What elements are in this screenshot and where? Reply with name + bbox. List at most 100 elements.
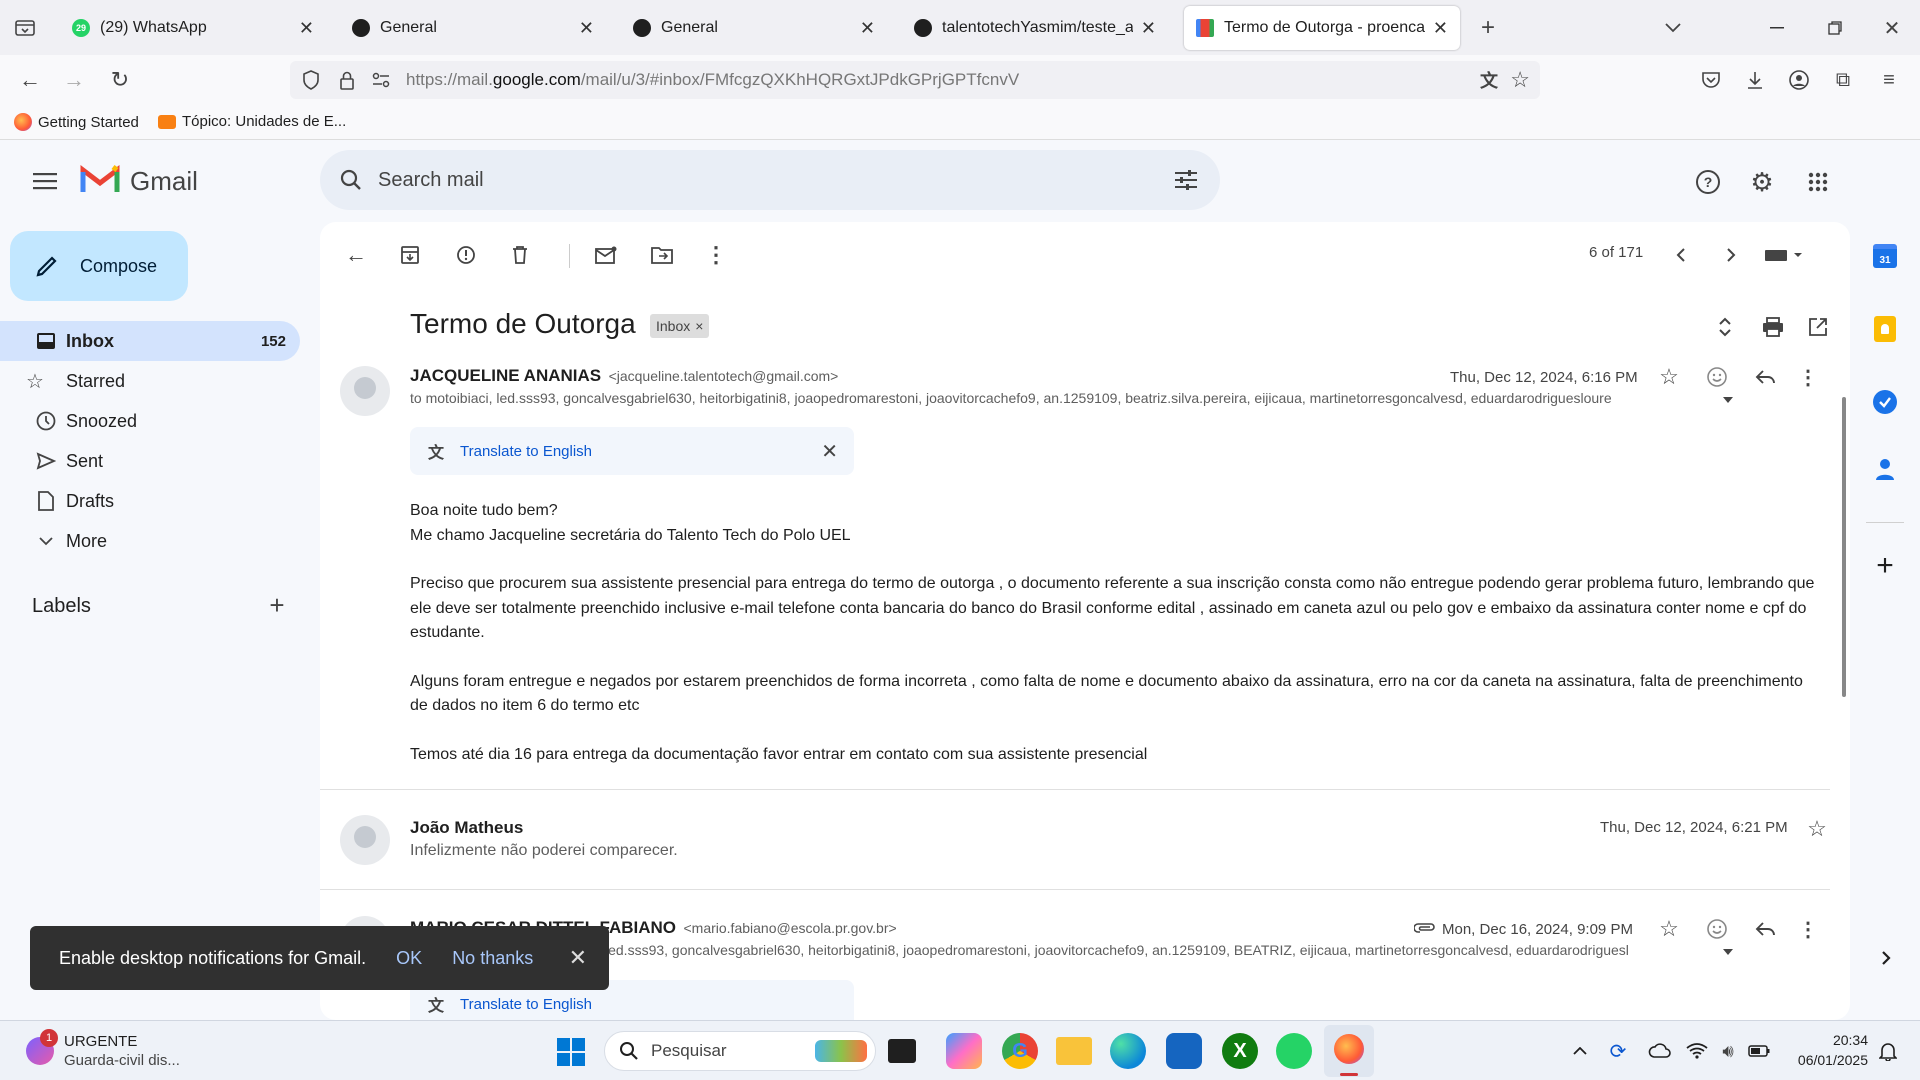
- tab-gmail-active[interactable]: Termo de Outorga - proencaoz ✕: [1184, 6, 1460, 50]
- open-in-new-window-icon[interactable]: [1804, 314, 1832, 340]
- xbox-icon[interactable]: X: [1222, 1033, 1258, 1069]
- copilot-icon[interactable]: [946, 1033, 982, 1069]
- move-to-folder-icon[interactable]: [648, 242, 676, 268]
- scrollbar-thumb[interactable]: [1842, 397, 1846, 697]
- windows-start-icon[interactable]: [556, 1037, 586, 1067]
- close-tab-icon[interactable]: ✕: [1141, 18, 1156, 39]
- new-tab-icon[interactable]: +: [1474, 14, 1502, 42]
- calendar-icon[interactable]: 31: [1873, 244, 1897, 268]
- archive-icon[interactable]: [396, 242, 424, 268]
- snackbar-close-icon[interactable]: ✕: [569, 945, 587, 971]
- tab-github-general-1[interactable]: General ✕: [340, 6, 606, 50]
- newer-chevron-left-icon[interactable]: [1668, 242, 1694, 268]
- close-tab-icon[interactable]: ✕: [860, 18, 875, 39]
- star-message-icon[interactable]: ☆: [1656, 916, 1682, 942]
- star-message-icon[interactable]: ☆: [1804, 816, 1830, 842]
- close-translate-icon[interactable]: ✕: [821, 439, 838, 464]
- sidebar-item-more[interactable]: More: [0, 521, 300, 561]
- close-tab-icon[interactable]: ✕: [299, 18, 314, 39]
- edge-icon[interactable]: [1110, 1033, 1146, 1069]
- translate-to-english-link[interactable]: Translate to English: [460, 996, 592, 1013]
- show-hidden-icons-chevron-icon[interactable]: [1570, 1041, 1590, 1061]
- account-icon[interactable]: [1785, 67, 1813, 93]
- search-options-icon[interactable]: [1174, 169, 1198, 191]
- add-reaction-icon[interactable]: [1704, 364, 1730, 390]
- older-chevron-right-icon[interactable]: [1718, 242, 1744, 268]
- message-3-recipients[interactable]: led.sss93, goncalvesgabriel630, heitorbi…: [605, 942, 1725, 958]
- browser-menu-icon[interactable]: ≡: [1875, 67, 1903, 93]
- google-apps-icon[interactable]: [1802, 166, 1834, 198]
- reply-icon[interactable]: [1752, 916, 1778, 942]
- sidebar-item-inbox[interactable]: Inbox 152: [0, 321, 300, 361]
- bookmark-topico[interactable]: Tópico: Unidades de E...: [158, 113, 346, 130]
- tab-github-general-2[interactable]: General ✕: [621, 6, 887, 50]
- inbox-label-chip[interactable]: Inbox ×: [650, 314, 710, 338]
- wifi-icon[interactable]: [1684, 1039, 1710, 1063]
- help-icon[interactable]: ?: [1692, 166, 1724, 198]
- contacts-icon[interactable]: [1874, 456, 1896, 482]
- chrome-icon[interactable]: G: [1002, 1033, 1038, 1069]
- snackbar-no-thanks-button[interactable]: No thanks: [452, 948, 533, 969]
- search-input[interactable]: Search mail: [378, 169, 1174, 192]
- mark-unread-icon[interactable]: [592, 242, 620, 268]
- close-window-icon[interactable]: ✕: [1877, 14, 1907, 42]
- clock[interactable]: 20:34 06/01/2025: [1784, 1030, 1868, 1070]
- battery-icon[interactable]: [1746, 1039, 1772, 1063]
- translate-page-icon[interactable]: 文: [1480, 67, 1498, 93]
- tab-list-icon[interactable]: [12, 16, 38, 40]
- url-bar[interactable]: https://mail.google.com/mail/u/3/#inbox/…: [290, 61, 1540, 99]
- message-more-icon[interactable]: ⋮: [1798, 364, 1818, 390]
- tab-github-repo[interactable]: talentotechYasmim/teste_ativid ✕: [902, 6, 1168, 50]
- show-details-dropdown-icon[interactable]: [1720, 944, 1736, 960]
- show-details-dropdown-icon[interactable]: [1720, 392, 1736, 408]
- pocket-icon[interactable]: [1697, 67, 1725, 93]
- message-2-snippet[interactable]: Infelizmente não poderei comparecer.: [410, 842, 678, 860]
- message-2-sender[interactable]: João Matheus: [410, 818, 523, 838]
- lock-icon[interactable]: [336, 70, 358, 90]
- keep-icon[interactable]: [1874, 316, 1896, 342]
- reply-icon[interactable]: [1752, 364, 1778, 390]
- microsoft-store-icon[interactable]: [1166, 1033, 1202, 1069]
- input-tools-keyboard-icon[interactable]: [1760, 242, 1808, 268]
- news-widget[interactable]: 1 URGENTE Guarda-civil dis...: [22, 1029, 192, 1073]
- sidebar-item-sent[interactable]: Sent: [0, 441, 300, 481]
- tab-whatsapp[interactable]: 29 (29) WhatsApp ✕: [60, 6, 326, 50]
- list-all-tabs-icon[interactable]: [1660, 16, 1686, 40]
- file-explorer-icon[interactable]: [1056, 1037, 1092, 1065]
- bookmark-getting-started[interactable]: Getting Started: [14, 113, 139, 131]
- main-menu-icon[interactable]: [28, 164, 62, 198]
- page-settings-icon[interactable]: [370, 72, 392, 88]
- downloads-icon[interactable]: [1741, 67, 1769, 93]
- compose-button[interactable]: Compose: [10, 231, 188, 301]
- forward-arrow-icon[interactable]: →: [60, 67, 88, 93]
- minimize-window-icon[interactable]: [1762, 14, 1792, 42]
- bookmark-star-icon[interactable]: ☆: [1510, 67, 1530, 93]
- volume-icon[interactable]: 🔊︎: [1716, 1039, 1740, 1063]
- sidebar-item-drafts[interactable]: Drafts: [0, 481, 300, 521]
- sync-icon[interactable]: ⟳: [1606, 1039, 1630, 1063]
- sender-avatar[interactable]: [340, 815, 390, 865]
- onedrive-cloud-icon[interactable]: [1646, 1039, 1674, 1063]
- reload-icon[interactable]: ↻: [106, 67, 134, 93]
- firefox-taskbar-active[interactable]: [1324, 1025, 1374, 1077]
- task-view-icon[interactable]: [888, 1039, 916, 1063]
- settings-gear-icon[interactable]: ⚙: [1746, 166, 1778, 198]
- sidebar-item-starred[interactable]: ☆ Starred: [0, 361, 300, 401]
- print-icon[interactable]: [1758, 314, 1788, 340]
- search-icon[interactable]: [336, 169, 366, 191]
- create-label-plus-icon[interactable]: +: [264, 590, 290, 620]
- delete-trash-icon[interactable]: [506, 242, 534, 268]
- back-arrow-icon[interactable]: ←: [16, 67, 44, 93]
- get-addons-plus-icon[interactable]: +: [1872, 549, 1898, 582]
- whatsapp-taskbar-icon[interactable]: [1276, 1033, 1312, 1069]
- restore-window-icon[interactable]: [1820, 14, 1850, 42]
- notification-bell-icon[interactable]: [1876, 1039, 1900, 1063]
- remove-label-icon[interactable]: ×: [695, 318, 703, 334]
- show-side-panel-chevron-icon[interactable]: [1876, 945, 1896, 971]
- taskbar-search-box[interactable]: Pesquisar: [604, 1031, 876, 1071]
- more-actions-icon[interactable]: ⋮: [704, 242, 728, 268]
- message-more-icon[interactable]: ⋮: [1798, 916, 1818, 942]
- sender-avatar[interactable]: [340, 366, 390, 416]
- sidebar-item-snoozed[interactable]: Snoozed: [0, 401, 300, 441]
- back-to-inbox-icon[interactable]: ←: [342, 242, 370, 268]
